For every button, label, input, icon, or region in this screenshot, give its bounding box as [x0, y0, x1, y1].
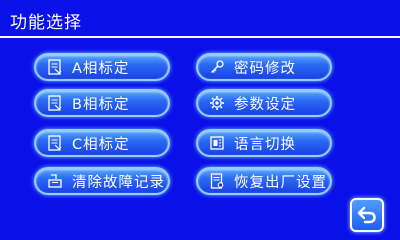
a-phase-calibrate-label: A相标定 [72, 60, 130, 77]
language-icon [208, 134, 226, 152]
calibrate-doc-icon [46, 94, 64, 112]
b-phase-calibrate-label: B相标定 [72, 96, 130, 113]
language-switch-button[interactable]: 语言切换 [196, 129, 332, 157]
gear-icon [208, 94, 226, 112]
clear-fault-records-button[interactable]: 清除故障记录 [34, 167, 170, 195]
title-divider [0, 36, 400, 38]
parameter-settings-label: 参数设定 [234, 96, 296, 113]
reset-doc-icon [208, 172, 226, 190]
eraser-icon [46, 172, 64, 190]
password-change-button[interactable]: 密码修改 [196, 53, 332, 81]
clear-fault-records-label: 清除故障记录 [72, 174, 165, 191]
c-phase-calibrate-label: C相标定 [72, 136, 130, 153]
calibrate-doc-icon [46, 58, 64, 76]
language-switch-label: 语言切换 [234, 136, 296, 153]
c-phase-calibrate-button[interactable]: C相标定 [34, 129, 170, 157]
factory-reset-button[interactable]: 恢复出厂设置 [196, 167, 332, 195]
factory-reset-label: 恢复出厂设置 [234, 174, 327, 191]
page-title: 功能选择 [10, 13, 82, 33]
password-change-label: 密码修改 [234, 60, 296, 77]
a-phase-calibrate-button[interactable]: A相标定 [34, 53, 170, 81]
key-icon [208, 58, 226, 76]
calibrate-doc-icon [46, 134, 64, 152]
b-phase-calibrate-button[interactable]: B相标定 [34, 89, 170, 117]
back-arrow-icon [356, 204, 378, 226]
back-button[interactable] [350, 198, 384, 232]
parameter-settings-button[interactable]: 参数设定 [196, 89, 332, 117]
